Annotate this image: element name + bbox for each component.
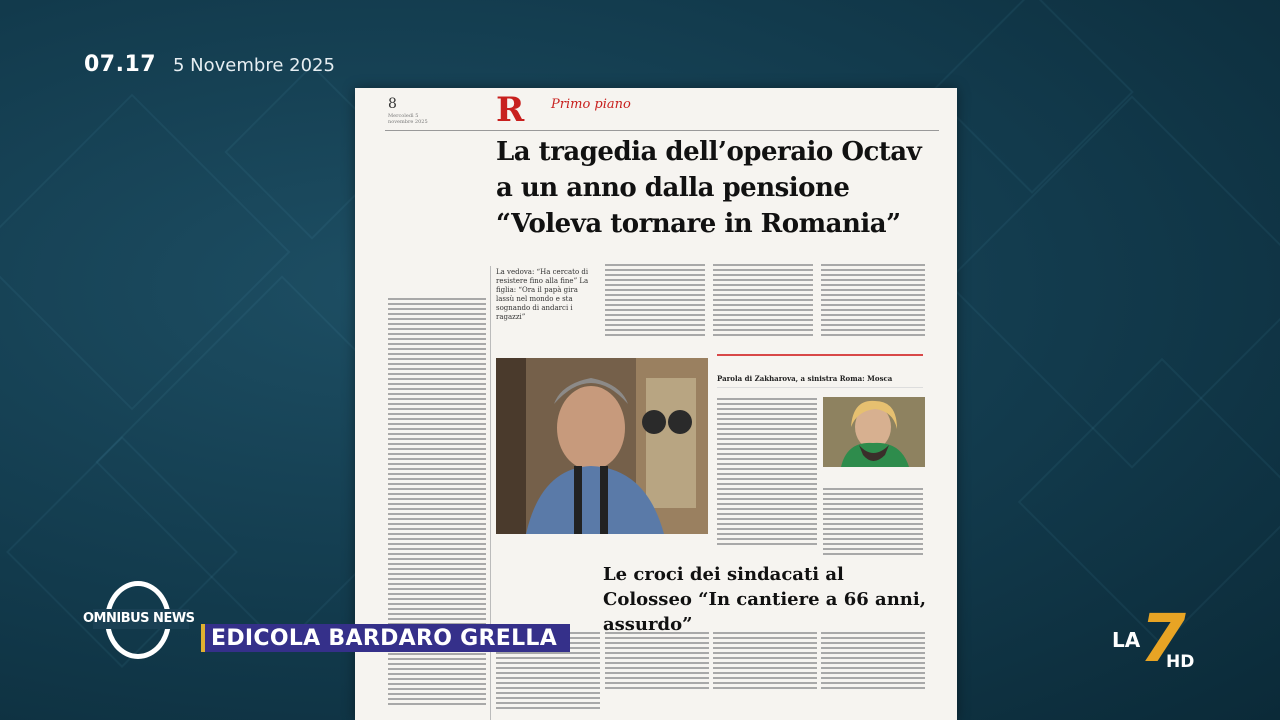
section-label: Primo piano	[551, 97, 631, 112]
masthead-logo: R	[496, 90, 525, 130]
second-headline: Le croci dei sindacati al Colosseo “In c…	[603, 564, 926, 635]
header-rule	[385, 130, 939, 131]
sidebox-text-2	[823, 488, 923, 558]
page-number: 8	[388, 96, 397, 112]
sidebox-title: Parola di Zakharova, a sinistra Roma: Mo…	[717, 374, 923, 388]
sidebox-text	[717, 398, 817, 548]
channel-name: LA	[1112, 628, 1141, 652]
main-headline: La tragedia dell’operaio Octav a un anno…	[496, 137, 922, 239]
sidebox-rule	[717, 354, 923, 356]
banner-text: EDICOLA BARDARO GRELLA	[211, 625, 558, 651]
broadcast-date: 5 Novembre 2025	[173, 55, 335, 76]
hd-badge: HD	[1166, 652, 1195, 672]
page-date: Mercoledì 5 novembre 2025	[388, 113, 428, 125]
lower-text-3	[713, 632, 817, 692]
article-photo	[496, 358, 708, 534]
segment-banner: EDICOLA BARDARO GRELLA	[201, 624, 571, 652]
lower-text-4	[821, 632, 925, 692]
lower-text-2	[605, 632, 709, 692]
clock-time: 07.17	[84, 52, 157, 77]
omnibus-news-logo: OMNIBUS NEWS	[83, 581, 203, 663]
text-column-4	[821, 264, 925, 339]
text-column-2	[605, 264, 705, 339]
sidebox-portrait	[823, 397, 925, 467]
text-column-3	[713, 264, 813, 339]
la7-hd-logo: LA 7 HD	[1112, 606, 1204, 676]
program-name: OMNIBUS NEWS	[83, 611, 195, 626]
subheadline: La vedova: “Ha cercato di resistere fino…	[496, 268, 589, 321]
